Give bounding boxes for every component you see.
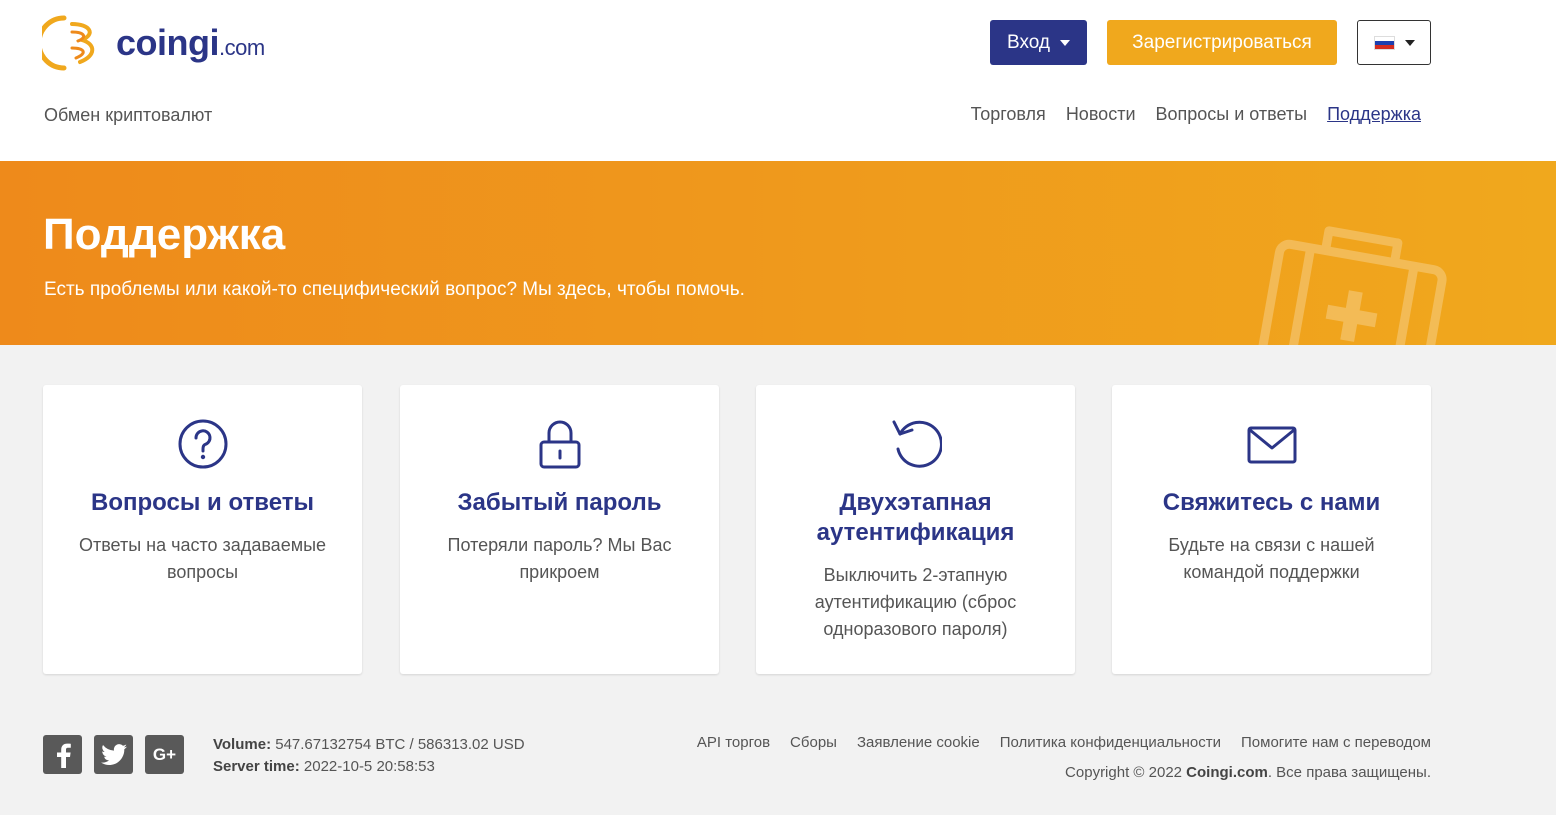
footer-links: API торгов Сборы Заявление cookie Полити… [697,734,1431,751]
card-title: Вопросы и ответы [91,489,314,516]
volume-label: Volume: [213,736,272,753]
server-time-value: 2022-10-5 20:58:53 [303,758,435,775]
login-label: Вход [1007,31,1050,53]
card-description: Выключить 2-этапную аутентификацию (сбро… [814,565,1017,639]
page-subtitle: Есть проблемы или какой-то специфический… [44,279,745,300]
footer-link-translate[interactable]: Помогите нам с переводом [1241,734,1431,751]
logo-text: coingi.com [116,22,265,63]
copyright: Copyright © 2022 Coingi.com. Все права з… [1065,764,1431,781]
volume-row: Volume: 547.67132754 BTC / 586313.02 USD [213,734,525,756]
login-button[interactable]: Вход [990,20,1087,65]
card-description: Ответы на часто задаваемые вопросы [78,535,327,582]
page-title: Поддержка [43,210,286,259]
envelope-icon [1247,426,1296,464]
nav-item-support[interactable]: Поддержка [1327,104,1421,125]
card-forgot-password[interactable]: Забытый пароль Потеряли пароль? Мы Вас п… [400,385,719,674]
reset-icon [892,420,942,468]
language-selector[interactable] [1357,20,1431,65]
server-time-row: Server time: 2022-10-5 20:58:53 [213,756,525,778]
card-faq[interactable]: Вопросы и ответы Ответы на часто задавае… [43,385,362,674]
site-header: coingi.com Обмен криптовалют Вход Зареги… [0,0,1556,161]
footer-link-api[interactable]: API торгов [697,734,770,751]
card-title: Забытый пароль [457,489,662,516]
card-two-factor[interactable]: Двухэтапная аутентификация Выключить 2-э… [756,385,1075,674]
twitter-icon[interactable] [94,735,133,774]
lock-icon [539,420,580,469]
exchange-stats: Volume: 547.67132754 BTC / 586313.02 USD… [213,734,525,778]
first-aid-kit-icon [1258,226,1447,345]
card-title: Двухэтапная аутентификация [816,489,1015,546]
nav-item-news[interactable]: Новости [1066,104,1136,125]
card-title: Свяжитесь с нами [1162,489,1381,516]
volume-value: 547.67132754 BTC / 586313.02 USD [275,736,525,753]
google-plus-icon[interactable]: G+ [145,735,184,774]
card-description: Будьте на связи с нашей командой поддерж… [1168,535,1375,582]
nav-item-faq[interactable]: Вопросы и ответы [1156,104,1308,125]
chevron-down-icon [1404,39,1415,46]
hero-banner: Поддержка Есть проблемы или какой-то спе… [0,161,1556,345]
chevron-down-icon [1059,39,1070,46]
footer-link-cookie[interactable]: Заявление cookie [857,734,980,751]
card-description: Потеряли пароль? Мы Вас прикроем [447,535,672,582]
server-time-label: Server time: [213,758,300,775]
coingi-logo-icon [42,15,95,71]
logo[interactable]: coingi.com [42,12,265,74]
nav-item-trading[interactable]: Торговля [971,104,1046,125]
register-button[interactable]: Зарегистрироваться [1107,20,1337,65]
question-circle-icon [178,419,227,469]
main-nav: Торговля Новости Вопросы и ответы Поддер… [971,104,1421,125]
tagline: Обмен криптовалют [44,105,213,125]
footer-link-privacy[interactable]: Политика конфиденциальности [1000,734,1221,751]
facebook-icon[interactable] [43,735,82,774]
footer-link-fees[interactable]: Сборы [790,734,837,751]
russian-flag-icon [1373,35,1395,50]
card-contact-us[interactable]: Свяжитесь с нами Будьте на связи с нашей… [1112,385,1431,674]
